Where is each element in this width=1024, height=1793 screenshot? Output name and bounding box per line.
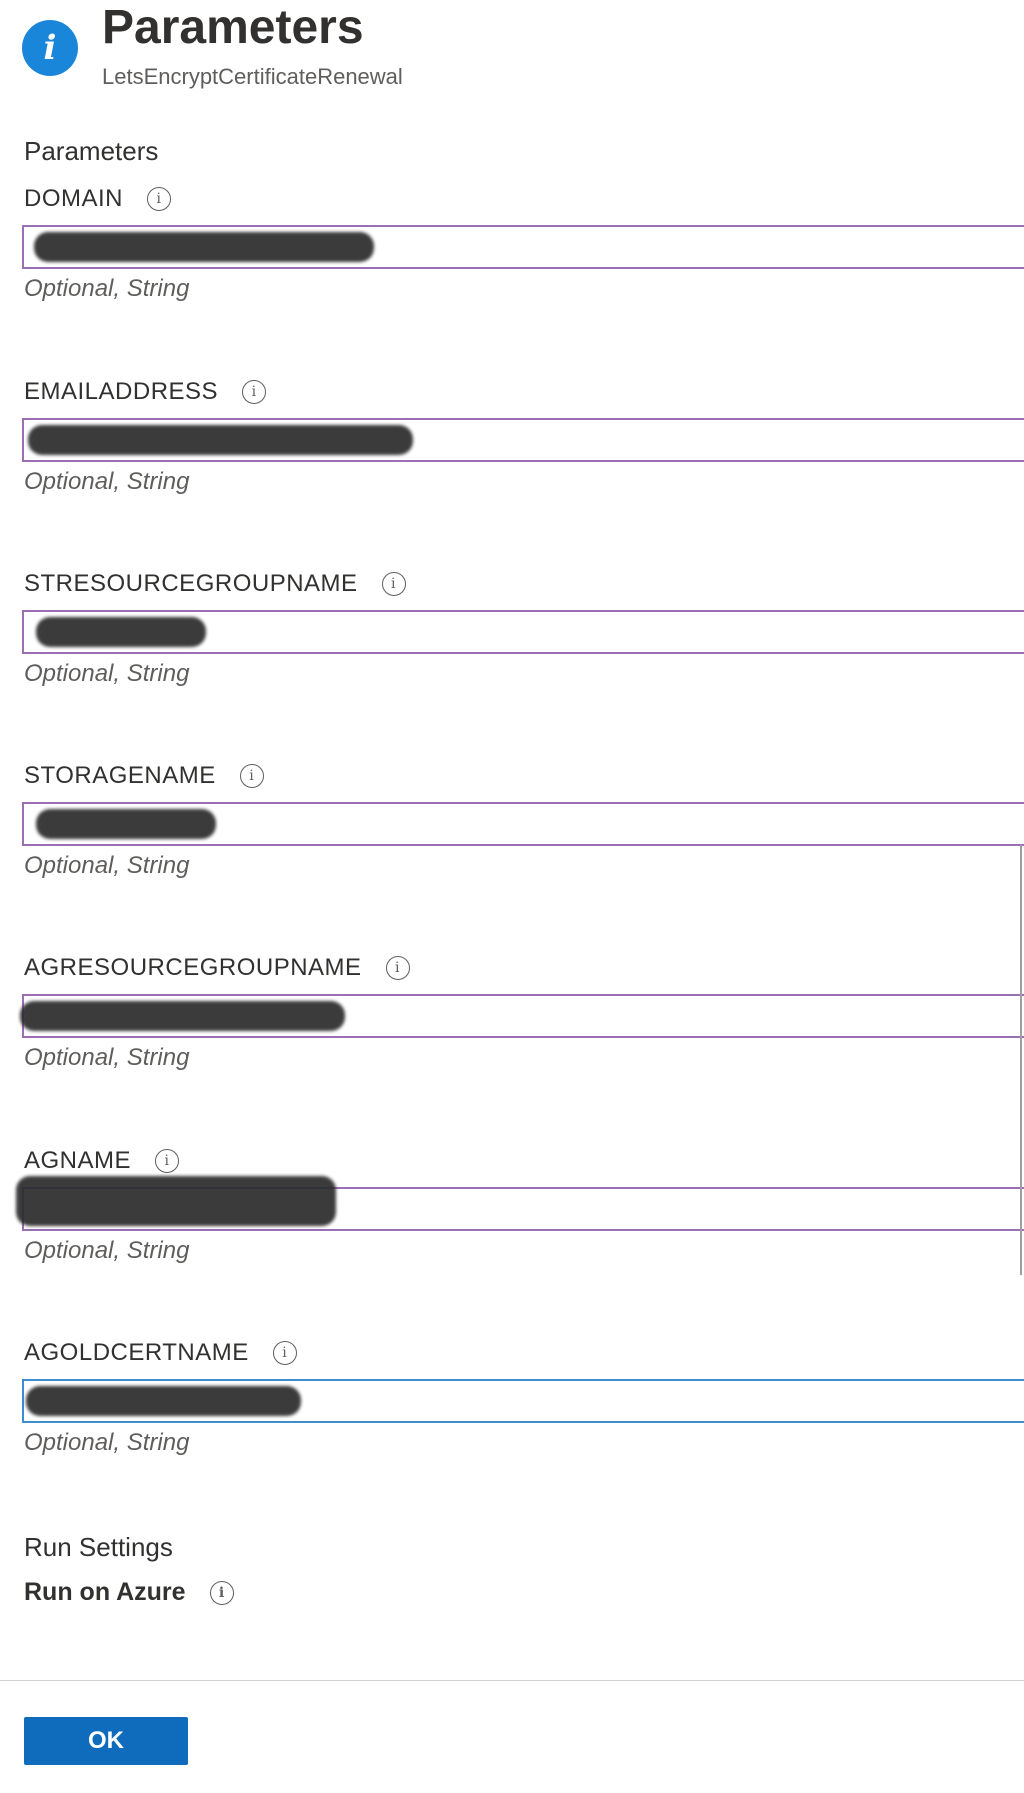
field-label-agoldcertname: AGOLDCERTNAME i: [24, 1339, 297, 1367]
field-label-emailaddress: EMAILADDRESS i: [24, 378, 267, 406]
field-label-storagename: STORAGENAME i: [24, 762, 264, 790]
field-label-domain: DOMAIN i: [24, 185, 171, 213]
ok-button[interactable]: OK: [24, 1717, 188, 1765]
field-label-text: AGOLDCERTNAME: [24, 1339, 249, 1366]
field-label-agname: AGNAME i: [24, 1147, 180, 1175]
info-icon[interactable]: i: [209, 1580, 234, 1605]
info-icon[interactable]: i: [272, 1341, 297, 1365]
redacted-value: [34, 232, 374, 262]
redacted-value: [28, 425, 413, 455]
info-icon[interactable]: i: [381, 572, 406, 596]
section-heading-parameters: Parameters: [24, 136, 159, 166]
dialog-header: i Parameters LetsEncryptCertificateRenew…: [22, 0, 1002, 100]
field-hint: Optional, String: [24, 468, 190, 495]
run-on-azure-label: Run on Azure i: [24, 1578, 234, 1607]
info-icon[interactable]: i: [239, 764, 264, 788]
field-hint: Optional, String: [24, 1429, 190, 1456]
section-heading-run-settings: Run Settings: [24, 1532, 173, 1562]
field-label-text: STORAGENAME: [24, 762, 216, 789]
info-icon[interactable]: i: [385, 956, 410, 980]
scrollbar[interactable]: [1020, 845, 1022, 1275]
info-icon[interactable]: i: [147, 187, 171, 211]
redacted-value: [36, 617, 206, 647]
redacted-value: [20, 1001, 345, 1031]
run-on-label-text: Run on Azure: [24, 1578, 186, 1606]
footer-divider: [0, 1680, 1024, 1681]
redacted-value: [36, 809, 216, 839]
field-label-agresourcegroupname: AGRESOURCEGROUPNAME i: [24, 954, 410, 982]
info-icon[interactable]: i: [155, 1149, 180, 1173]
redacted-value: [26, 1386, 301, 1416]
info-icon[interactable]: i: [242, 380, 267, 404]
runbook-name: LetsEncryptCertificateRenewal: [102, 64, 403, 89]
field-label-text: STRESOURCEGROUPNAME: [24, 570, 358, 597]
parameters-dialog: i Parameters LetsEncryptCertificateRenew…: [0, 0, 1024, 1793]
info-icon: i: [22, 20, 78, 76]
redacted-value: [16, 1176, 336, 1226]
field-hint: Optional, String: [24, 1044, 190, 1071]
field-hint: Optional, String: [24, 1237, 190, 1264]
field-hint: Optional, String: [24, 275, 190, 302]
field-label-stresourcegroupname: STRESOURCEGROUPNAME i: [24, 570, 406, 598]
field-label-text: DOMAIN: [24, 185, 123, 212]
field-label-text: AGNAME: [24, 1147, 132, 1174]
page-title: Parameters: [102, 1, 364, 54]
field-hint: Optional, String: [24, 660, 190, 687]
field-label-text: EMAILADDRESS: [24, 378, 219, 405]
field-label-text: AGRESOURCEGROUPNAME: [24, 954, 362, 981]
field-hint: Optional, String: [24, 852, 190, 879]
